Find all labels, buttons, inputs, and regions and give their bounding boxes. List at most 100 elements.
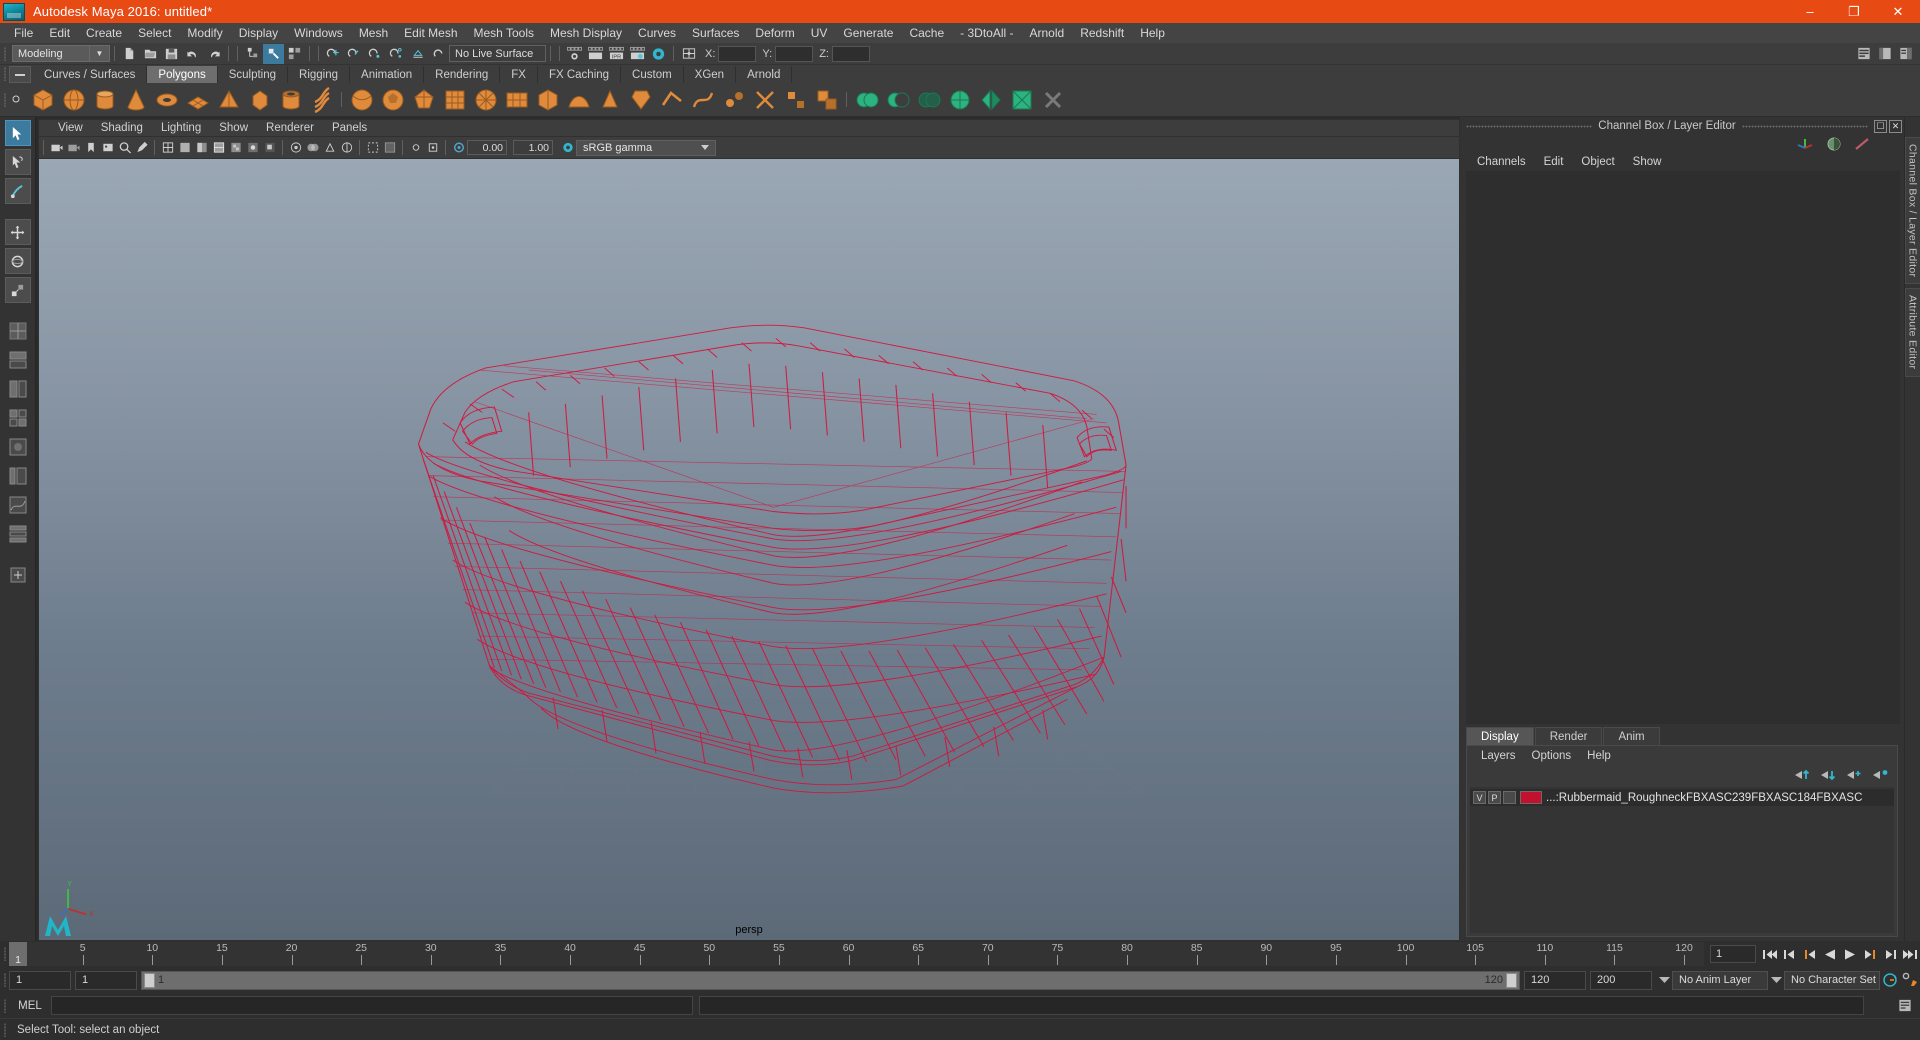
polygon-plane-icon[interactable] [182,84,213,115]
live-surface-field[interactable]: No Live Surface [449,45,546,62]
dock-drag-handle[interactable] [1466,123,1593,129]
shelf-tab-xgen[interactable]: XGen [683,66,737,83]
save-scene-button[interactable] [161,44,182,64]
textured-icon[interactable] [227,138,244,157]
viewport-menu-lighting[interactable]: Lighting [152,122,210,134]
polygon-prism-icon[interactable] [244,84,275,115]
time-slider-grip[interactable] [0,941,9,967]
soccer-ball-icon[interactable] [377,84,408,115]
layer-name-label[interactable]: ...:Rubbermaid_RoughneckFBXASC239FBXASC1… [1546,792,1862,804]
paint-select-tool-button[interactable] [4,178,31,204]
select-tool-button[interactable] [4,120,31,146]
motion-blur-icon[interactable] [304,138,321,157]
redo-render-button[interactable] [585,44,606,64]
close-button[interactable]: ✕ [1876,0,1920,23]
auto-keyframe-toggle-icon[interactable] [1880,969,1900,991]
current-time-indicator[interactable]: 1 [9,942,27,966]
polygon-cone-icon[interactable] [120,84,151,115]
dock-float-button[interactable]: ☐ [1874,119,1888,133]
move-layer-up-icon[interactable] [1794,768,1811,782]
menu-mesh-display[interactable]: Mesh Display [542,23,630,43]
shelf-tab-arnold[interactable]: Arnold [736,66,793,83]
transform-axis-icon[interactable] [1796,136,1816,152]
anim-layer-chevron-down-icon[interactable] [1656,971,1672,990]
range-slider-left-handle[interactable] [144,972,155,988]
channel-menu-show[interactable]: Show [1624,156,1671,168]
menu-edit[interactable]: Edit [41,23,78,43]
color-profile-select[interactable]: sRGB gamma [576,139,716,156]
layer-row[interactable]: V P ...:Rubbermaid_RoughneckFBXASC239FBX… [1470,789,1894,806]
coord-z-field[interactable] [831,45,870,62]
color-management-icon[interactable] [559,138,576,157]
boolean-union-icon[interactable] [851,84,882,115]
character-set-chevron-down-icon[interactable] [1768,971,1784,990]
layer-tab-anim[interactable]: Anim [1603,727,1660,745]
channel-menu-channels[interactable]: Channels [1468,156,1535,168]
crease-tool-icon[interactable] [656,84,687,115]
layer-shading-toggle[interactable] [1503,791,1516,804]
exposure-field[interactable]: 0.00 [467,140,507,155]
select-by-object-type-button[interactable] [263,43,284,64]
polygon-sphere-icon[interactable] [58,84,89,115]
reduce-mesh-icon[interactable] [1006,84,1037,115]
quad-draw-icon[interactable] [780,84,811,115]
layer-playback-toggle[interactable]: P [1488,791,1501,804]
select-by-hierarchy-button[interactable] [242,44,263,64]
step-back-key-icon[interactable] [1780,943,1800,965]
coord-y-field[interactable] [775,45,814,62]
shading-sphere-icon[interactable] [1824,136,1844,152]
viewport-menu-renderer[interactable]: Renderer [257,122,323,134]
scale-tool-button[interactable] [4,277,31,303]
snap-to-point-button[interactable] [365,44,386,64]
character-set-select[interactable]: No Character Set [1784,970,1880,990]
hypershade-layout-button[interactable] [5,434,31,460]
xray-joints-icon[interactable] [407,138,424,157]
move-layer-down-icon[interactable] [1820,768,1837,782]
layer-tab-display[interactable]: Display [1466,727,1534,745]
show-channel-box-button[interactable] [1895,44,1916,64]
script-language-label[interactable]: MEL [9,1000,51,1012]
make-live-button[interactable] [428,44,449,64]
side-tab-channel-box[interactable]: Channel Box / Layer Editor [1904,137,1920,285]
command-input-field[interactable] [51,996,693,1015]
play-forwards-icon[interactable] [1840,943,1860,965]
time-slider-track[interactable]: 1 5 10 15 20 25 30 35 40 45 50 55 60 65 70 75 80 85 90 95 1… [9,942,1704,966]
shelf-tab-rigging[interactable]: Rigging [288,66,351,83]
new-scene-button[interactable] [119,44,140,64]
rotate-tool-button[interactable] [4,248,31,274]
target-weld-icon[interactable] [718,84,749,115]
use-default-lighting-icon[interactable] [244,138,261,157]
menu-modify[interactable]: Modify [179,23,230,43]
shelf-tab-fx-caching[interactable]: FX Caching [537,66,622,83]
next-key-icon[interactable] [1860,943,1880,965]
persp-layout-button[interactable] [5,347,31,373]
polygon-cylinder-icon[interactable] [89,84,120,115]
shelf-icons-grip[interactable] [0,83,9,116]
menu-set-chevron-down-icon[interactable]: ▼ [90,45,110,62]
go-to-end-icon[interactable] [1900,943,1920,965]
bevel-icon[interactable] [625,84,656,115]
range-slider-grip[interactable] [0,967,9,993]
shelf-options-button[interactable] [11,91,21,109]
outliner-persp-layout-button[interactable] [5,463,31,489]
move-tool-button[interactable] [4,219,31,245]
shelf-tab-fx[interactable]: FX [500,66,538,83]
platonic-solid-icon[interactable] [408,84,439,115]
menu-help[interactable]: Help [1132,23,1173,43]
sphere-sculpt-icon[interactable] [346,84,377,115]
shelf-tab-rendering[interactable]: Rendering [424,66,501,83]
two-d-pan-zoom-icon[interactable] [116,138,133,157]
play-backwards-icon[interactable] [1820,943,1840,965]
boolean-difference-icon[interactable] [882,84,913,115]
show-tool-settings-button[interactable] [1874,44,1895,64]
cube-grid-icon[interactable] [439,84,470,115]
combine-icon[interactable] [811,84,842,115]
layer-visibility-toggle[interactable]: V [1473,791,1486,804]
menu-mesh[interactable]: Mesh [351,23,396,43]
wireframe-shading-icon[interactable] [159,138,176,157]
smooth-shade-all-icon[interactable] [176,138,193,157]
render-current-frame-button[interactable] [564,44,585,64]
menu-windows[interactable]: Windows [286,23,351,43]
menu-curves[interactable]: Curves [630,23,684,43]
xray-icon[interactable] [381,138,398,157]
